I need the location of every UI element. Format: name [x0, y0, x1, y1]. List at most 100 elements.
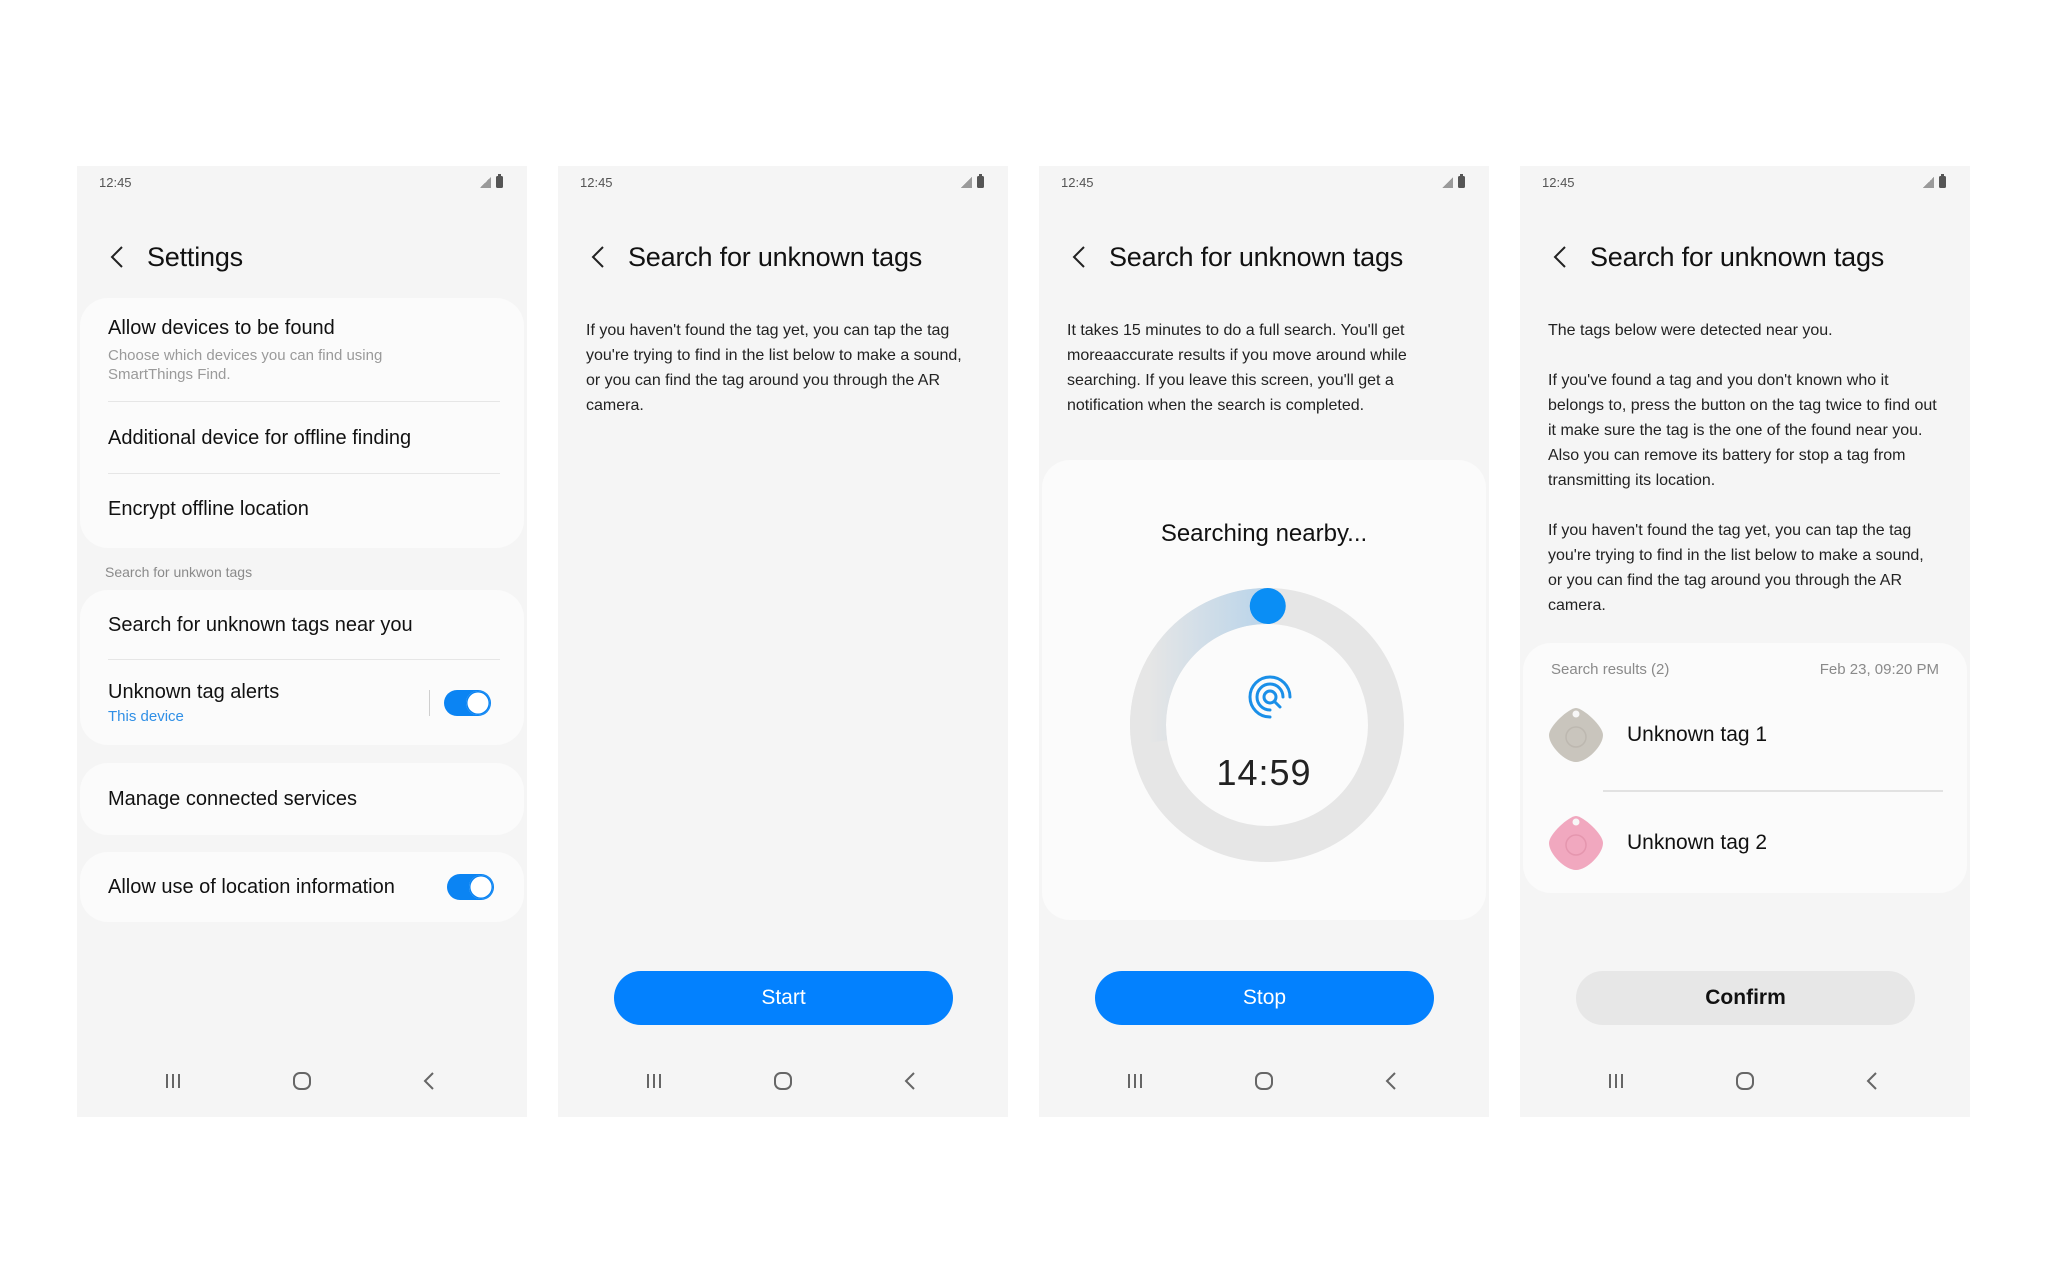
back-icon	[904, 1072, 915, 1090]
recent-apps-button[interactable]	[1115, 1069, 1155, 1093]
page-title: Search for unknown tags	[628, 241, 923, 272]
description-paragraph: If you haven't found the tag yet, you ca…	[1548, 522, 1924, 614]
system-back-button[interactable]	[891, 1069, 931, 1093]
back-button[interactable]	[105, 242, 129, 272]
battery-icon	[1939, 174, 1946, 188]
chevron-left-icon	[110, 246, 123, 268]
setting-label: Search for unknown tags near you	[108, 613, 413, 636]
chevron-left-icon	[591, 246, 604, 268]
page-title: Search for unknown tags	[1590, 241, 1885, 272]
setting-unknown-tag-alerts[interactable]: Unknown tag alerts This device	[80, 660, 524, 745]
home-button[interactable]	[1725, 1069, 1765, 1093]
tag-name: Unknown tag 1	[1627, 723, 1768, 746]
tag-name: Unknown tag 2	[1627, 831, 1768, 854]
setting-encrypt-location[interactable]: Encrypt offline location	[80, 474, 524, 544]
progress-indicator-dot	[1249, 588, 1286, 625]
screen-settings: 12:45 Settings Allow devices to be found…	[77, 166, 527, 1117]
home-button[interactable]	[282, 1069, 322, 1093]
screen-searching: 12:45 Search for unknown tags It takes 1…	[1039, 166, 1489, 1117]
settings-card-unknown-tags: Search for unknown tags near you Unknown…	[80, 590, 524, 745]
radar-search-icon	[1248, 675, 1292, 719]
description-paragraph: If you haven't found the tag yet, you ca…	[586, 322, 962, 414]
status-time: 12:45	[1542, 175, 1575, 190]
recent-apps-button[interactable]	[153, 1069, 193, 1093]
location-toggle[interactable]	[447, 874, 494, 900]
setting-search-unknown-tags[interactable]: Search for unknown tags near you	[80, 590, 524, 660]
header: Settings	[77, 239, 527, 275]
status-time: 12:45	[1061, 175, 1094, 190]
section-label: Search for unkwon tags	[105, 564, 253, 580]
description-paragraph: If you've found a tag and you don't know…	[1548, 372, 1937, 489]
navigation-bar	[77, 1057, 527, 1117]
settings-card-general: Allow devices to be found Choose which d…	[80, 298, 524, 548]
back-button[interactable]	[1067, 242, 1091, 272]
setting-location-info[interactable]: Allow use of location information	[80, 852, 524, 922]
tag-list-item[interactable]: Unknown tag 2	[1523, 803, 1967, 883]
setting-subtitle: Choose which devices you can find using …	[108, 346, 383, 383]
search-progress-card: Searching nearby... 14:59	[1042, 460, 1486, 920]
recent-apps-icon	[1609, 1074, 1623, 1088]
back-button[interactable]	[1548, 242, 1572, 272]
search-progress-ring	[1130, 588, 1404, 862]
home-icon	[1736, 1072, 1754, 1090]
countdown-timer: 14:59	[1216, 752, 1312, 793]
setting-label: Unknown tag alerts	[108, 680, 280, 703]
setting-label: Allow devices to be found	[108, 316, 335, 339]
setting-label: Encrypt offline location	[108, 497, 309, 520]
header: Search for unknown tags	[1520, 239, 1970, 275]
setting-label: Allow use of location information	[108, 875, 395, 898]
home-button[interactable]	[763, 1069, 803, 1093]
status-bar: 12:45	[1039, 166, 1489, 196]
setting-label: Additional device for offline finding	[108, 426, 412, 449]
description: If you haven't found the tag yet, you ca…	[586, 318, 980, 418]
status-bar: 12:45	[558, 166, 1008, 196]
header: Search for unknown tags	[1039, 239, 1489, 275]
tag-list-item[interactable]: Unknown tag 1	[1523, 695, 1967, 775]
page-title: Search for unknown tags	[1109, 241, 1404, 272]
header: Search for unknown tags	[558, 239, 1008, 275]
smarttag-pink-icon	[1549, 816, 1603, 870]
setting-additional-device[interactable]: Additional device for offline finding	[80, 402, 524, 474]
system-back-button[interactable]	[1372, 1069, 1412, 1093]
searching-status: Searching nearby...	[1160, 520, 1368, 547]
battery-icon	[496, 174, 503, 188]
recent-apps-button[interactable]	[1596, 1069, 1636, 1093]
recent-apps-icon	[647, 1074, 661, 1088]
screen-search-start: 12:45 Search for unknown tags If you hav…	[558, 166, 1008, 1117]
system-back-button[interactable]	[410, 1069, 450, 1093]
status-time: 12:45	[99, 175, 132, 190]
results-header: Search results (2) Feb 23, 09:20 PM	[1551, 661, 1939, 678]
home-icon	[293, 1072, 311, 1090]
setting-allow-devices-found[interactable]: Allow devices to be found Choose which d…	[80, 298, 524, 402]
start-button[interactable]: Start	[614, 971, 953, 1025]
settings-card-location: Allow use of location information	[80, 852, 524, 922]
description-paragraph: It takes 15 minutes to do a full search.…	[1067, 322, 1407, 414]
settings-card-services: Manage connected services	[80, 763, 524, 835]
home-button[interactable]	[1244, 1069, 1284, 1093]
setting-subtitle: This device	[108, 707, 184, 725]
battery-icon	[1458, 174, 1465, 188]
navigation-bar	[1039, 1057, 1489, 1117]
system-back-button[interactable]	[1853, 1069, 1893, 1093]
screen-search-results: 12:45 Search for unknown tags The tags b…	[1520, 166, 1970, 1117]
setting-label: Manage connected services	[108, 787, 358, 810]
back-button[interactable]	[586, 242, 610, 272]
chevron-left-icon	[1553, 246, 1566, 268]
back-icon	[423, 1072, 434, 1090]
signal-icon	[480, 177, 491, 188]
results-timestamp: Feb 23, 09:20 PM	[1819, 661, 1939, 678]
stop-button[interactable]: Stop	[1095, 971, 1434, 1025]
home-icon	[1255, 1072, 1273, 1090]
unknown-tag-alerts-toggle[interactable]	[444, 690, 491, 716]
divider	[1603, 790, 1943, 792]
recent-apps-icon	[166, 1074, 180, 1088]
search-results-card: Search results (2) Feb 23, 09:20 PM Unkn…	[1523, 643, 1967, 893]
setting-manage-services[interactable]: Manage connected services	[80, 763, 524, 835]
confirm-button[interactable]: Confirm	[1576, 971, 1915, 1025]
description: It takes 15 minutes to do a full search.…	[1067, 318, 1461, 418]
navigation-bar	[558, 1057, 1008, 1117]
recent-apps-button[interactable]	[634, 1069, 674, 1093]
smarttag-oatmeal-icon	[1549, 708, 1603, 762]
description-paragraph: The tags below were detected near you.	[1548, 322, 1833, 339]
signal-icon	[1442, 177, 1453, 188]
